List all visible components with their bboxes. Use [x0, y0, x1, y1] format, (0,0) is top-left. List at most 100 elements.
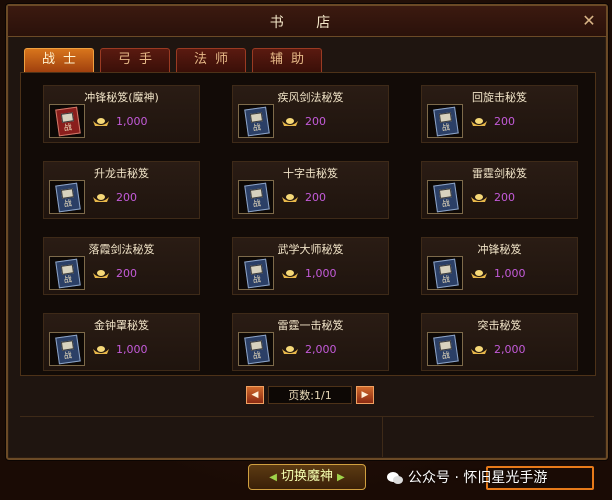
- item-card[interactable]: 雷霆一击秘笈战 2,000: [232, 313, 389, 371]
- close-icon[interactable]: ✕: [580, 12, 598, 30]
- item-icon-slot[interactable]: 战: [49, 332, 85, 366]
- gold-ingot-icon: [282, 270, 298, 278]
- book-glyph: 战: [63, 350, 73, 361]
- book-glyph: 战: [441, 274, 451, 285]
- book-glyph: 战: [252, 198, 262, 209]
- book-glyph: 战: [441, 122, 451, 133]
- item-icon-slot[interactable]: 战: [238, 332, 274, 366]
- item-price: 2,000: [305, 343, 337, 356]
- item-icon-slot[interactable]: 战: [49, 256, 85, 290]
- item-name: 雷霆剑秘笈: [472, 167, 527, 180]
- triangle-right-icon[interactable]: ▶: [356, 386, 374, 404]
- item-price: 200: [305, 191, 326, 204]
- book-glyph: 战: [441, 198, 451, 209]
- divider: [382, 417, 383, 457]
- item-name: 疾风剑法秘笈: [277, 91, 344, 104]
- item-card[interactable]: 落霞剑法秘笈战 200: [43, 237, 200, 295]
- item-icon-slot[interactable]: 战: [427, 104, 463, 138]
- item-card[interactable]: 冲锋秘笈战 1,000: [421, 237, 578, 295]
- switch-demon-button[interactable]: ◀ 切换魔神 ▶: [248, 464, 366, 490]
- triangle-left-icon[interactable]: ◀: [246, 386, 264, 404]
- watermark: 公众号 · 怀旧星光手游: [386, 467, 600, 489]
- item-icon-slot[interactable]: 战: [238, 256, 274, 290]
- item-name: 升龙击秘笈: [94, 167, 149, 180]
- gold-ingot-icon: [282, 194, 298, 202]
- item-card[interactable]: 十字击秘笈战 200: [232, 161, 389, 219]
- wechat-icon: [387, 472, 403, 484]
- tab-2[interactable]: 法师: [176, 48, 246, 72]
- item-card[interactable]: 升龙击秘笈战 200: [43, 161, 200, 219]
- item-price: 1,000: [116, 115, 148, 128]
- tab-1[interactable]: 弓手: [100, 48, 170, 72]
- item-icon-slot[interactable]: 战: [427, 332, 463, 366]
- gold-ingot-icon: [471, 270, 487, 278]
- gold-ingot-icon: [471, 194, 487, 202]
- skill-book-icon: 战: [244, 258, 270, 289]
- item-price: 1,000: [116, 343, 148, 356]
- page-indicator: 页数:1/1: [268, 386, 352, 404]
- arrow-left-icon: ◀: [269, 472, 277, 483]
- switch-demon-label: 切换魔神: [280, 469, 333, 484]
- skill-book-icon: 战: [433, 334, 459, 365]
- item-card[interactable]: 武学大师秘笈战 1,000: [232, 237, 389, 295]
- book-glyph: 战: [63, 274, 73, 285]
- skill-book-icon: 战: [244, 334, 270, 365]
- item-name: 雷霆一击秘笈: [277, 319, 344, 332]
- book-glyph: 战: [252, 274, 262, 285]
- item-card[interactable]: 金钟罩秘笈战 1,000: [43, 313, 200, 371]
- item-icon-slot[interactable]: 战: [49, 104, 85, 138]
- pager: ◀ 页数:1/1 ▶: [246, 386, 376, 406]
- gold-ingot-icon: [471, 118, 487, 126]
- item-grid: 冲锋秘笈(魔神) 战 1,000 疾风剑法秘笈战 200 回旋击秘笈战 200 升龙击秘笈战 2…: [43, 85, 578, 371]
- tab-0[interactable]: 战士: [24, 48, 94, 72]
- skill-book-icon: 战: [55, 334, 81, 365]
- item-icon-slot[interactable]: 战: [427, 256, 463, 290]
- item-icon-slot[interactable]: 战: [238, 180, 274, 214]
- item-price: 2,000: [494, 343, 526, 356]
- gold-ingot-icon: [471, 346, 487, 354]
- item-panel: 冲锋秘笈(魔神) 战 1,000 疾风剑法秘笈战 200 回旋击秘笈战 200 升龙击秘笈战 2…: [20, 72, 596, 376]
- item-price: 1,000: [494, 267, 526, 280]
- skill-book-icon: 战: [55, 182, 81, 213]
- item-card[interactable]: 雷霆剑秘笈战 200: [421, 161, 578, 219]
- window-titlebar[interactable]: 书 店 ✕: [8, 6, 606, 37]
- item-icon-slot[interactable]: 战: [427, 180, 463, 214]
- item-name: 回旋击秘笈: [472, 91, 527, 104]
- gold-ingot-icon: [93, 194, 109, 202]
- skill-book-icon: 战: [55, 106, 81, 137]
- tab-3[interactable]: 辅助: [252, 48, 322, 72]
- item-price: 200: [305, 115, 326, 128]
- bookstore-window: 书 店 ✕ 战士 弓手 法师 辅助 冲锋秘笈(魔神) 战 1,000 疾风剑法秘笈战 200 回…: [6, 4, 608, 460]
- book-glyph: 战: [63, 122, 73, 133]
- arrow-right-icon: ▶: [337, 472, 345, 483]
- item-name: 冲锋秘笈: [477, 243, 522, 256]
- gold-ingot-icon: [93, 346, 109, 354]
- skill-book-icon: 战: [55, 258, 81, 289]
- item-name: 武学大师秘笈: [277, 243, 344, 256]
- item-card[interactable]: 疾风剑法秘笈战 200: [232, 85, 389, 143]
- item-card[interactable]: 冲锋秘笈(魔神) 战 1,000: [43, 85, 200, 143]
- gold-ingot-icon: [93, 118, 109, 126]
- item-name: 突击秘笈: [477, 319, 522, 332]
- gold-ingot-icon: [93, 270, 109, 278]
- book-glyph: 战: [441, 350, 451, 361]
- item-card[interactable]: 突击秘笈战 2,000: [421, 313, 578, 371]
- item-price: 200: [494, 115, 515, 128]
- watermark-text: 公众号 · 怀旧星光手游: [408, 470, 548, 486]
- skill-book-icon: 战: [244, 182, 270, 213]
- item-price: 200: [116, 191, 137, 204]
- item-icon-slot[interactable]: 战: [238, 104, 274, 138]
- skill-book-icon: 战: [244, 106, 270, 137]
- item-card[interactable]: 回旋击秘笈战 200: [421, 85, 578, 143]
- item-icon-slot[interactable]: 战: [49, 180, 85, 214]
- book-glyph: 战: [252, 122, 262, 133]
- gold-ingot-icon: [282, 118, 298, 126]
- item-name: 十字击秘笈: [283, 167, 338, 180]
- window-title: 书 店: [269, 15, 345, 31]
- item-price: 1,000: [305, 267, 337, 280]
- bottom-info-bar: [20, 416, 594, 457]
- skill-book-icon: 战: [433, 258, 459, 289]
- skill-book-icon: 战: [433, 106, 459, 137]
- item-name: 落霞剑法秘笈: [88, 243, 155, 256]
- class-tabs: 战士 弓手 法师 辅助: [24, 48, 322, 72]
